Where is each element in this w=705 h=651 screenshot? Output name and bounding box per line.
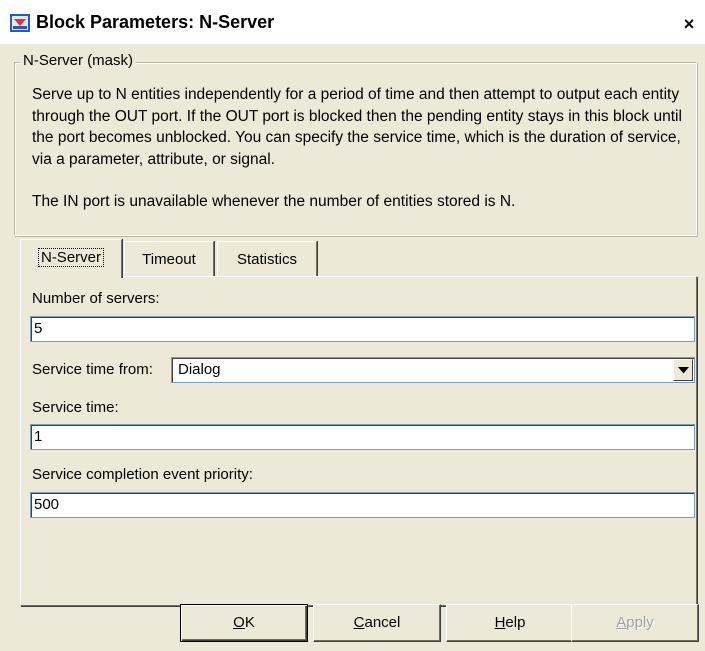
apply-button: Apply xyxy=(571,604,699,642)
ok-label-rest: K xyxy=(244,614,255,631)
help-button[interactable]: Help xyxy=(446,604,574,642)
description-note: The IN port is unavailable whenever the … xyxy=(32,193,516,210)
priority-field[interactable]: 500 xyxy=(30,492,695,518)
service-time-from-label: Service time from: xyxy=(32,361,153,378)
tab-timeout[interactable]: Timeout xyxy=(124,241,214,277)
num-servers-value: 5 xyxy=(34,320,43,337)
simulink-block-icon xyxy=(10,14,30,32)
service-time-from-value: Dialog xyxy=(178,361,221,378)
help-mnemonic: H xyxy=(494,614,506,631)
cancel-label-rest: ancel xyxy=(364,614,401,631)
num-servers-field[interactable]: 5 xyxy=(30,316,695,342)
close-icon[interactable]: × xyxy=(679,14,699,34)
title-bar: Block Parameters: N-Server × xyxy=(0,0,705,44)
tab-label: Timeout xyxy=(142,251,196,268)
help-label-rest: elp xyxy=(505,614,526,631)
mask-description: Serve up to N entities independently for… xyxy=(32,84,688,213)
service-time-field[interactable]: 1 xyxy=(30,424,695,450)
apply-mnemonic: A xyxy=(616,614,627,631)
service-time-value: 1 xyxy=(34,428,43,445)
window-title: Block Parameters: N-Server xyxy=(36,12,275,32)
dialog-window: Block Parameters: N-Server × N-Server (m… xyxy=(0,0,705,651)
ok-button[interactable]: OK xyxy=(180,604,308,642)
priority-value: 500 xyxy=(34,496,60,513)
service-time-label: Service time: xyxy=(32,399,119,416)
apply-label-rest: pply xyxy=(626,614,654,631)
tab-n-server[interactable]: N-Server xyxy=(20,239,122,278)
priority-label: Service completion event priority: xyxy=(32,466,253,483)
tab-statistics[interactable]: Statistics xyxy=(217,241,317,277)
service-time-from-select[interactable]: Dialog xyxy=(171,357,695,383)
num-servers-label: Number of servers: xyxy=(32,290,160,307)
tab-label: Statistics xyxy=(236,251,297,268)
cancel-mnemonic: C xyxy=(353,614,365,631)
tab-label: N-Server xyxy=(37,248,104,267)
cancel-button[interactable]: Cancel xyxy=(313,604,441,642)
chevron-down-icon[interactable] xyxy=(673,359,693,381)
description-text: Serve up to N entities independently for… xyxy=(32,86,682,168)
ok-mnemonic: O xyxy=(233,614,245,631)
group-legend: N-Server (mask) xyxy=(20,52,137,69)
